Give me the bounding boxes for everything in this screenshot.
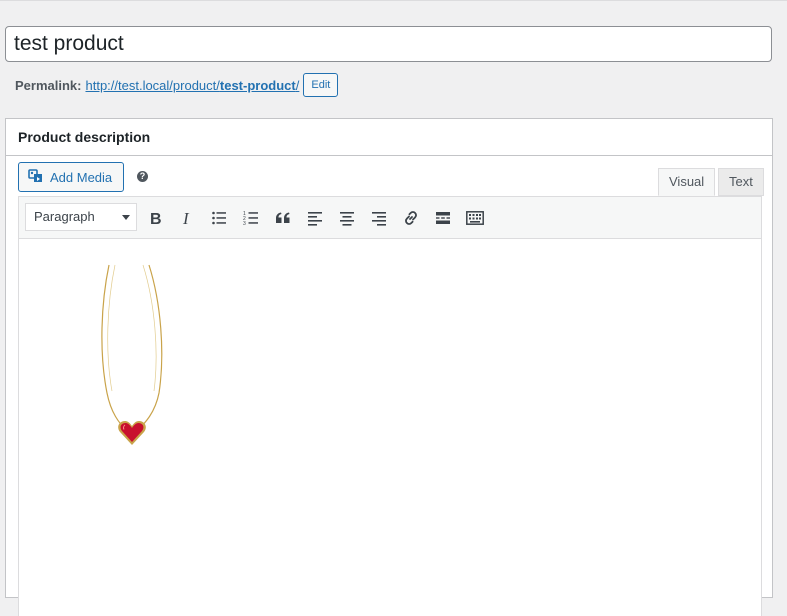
align-right-icon: [372, 212, 386, 226]
blockquote-icon: [276, 212, 290, 223]
italic-icon: I: [182, 210, 190, 226]
top-divider: [0, 0, 787, 1]
bullet-list-button[interactable]: [207, 206, 231, 230]
tab-visual[interactable]: Visual: [658, 168, 716, 196]
read-more-icon: [436, 212, 450, 224]
permalink-link[interactable]: http://test.local/product/test-product/: [85, 78, 299, 93]
product-description-heading: Product description: [6, 119, 772, 156]
heart-necklace-image[interactable]: [99, 263, 169, 445]
add-media-icon: [28, 168, 44, 187]
bold-icon: B: [150, 211, 162, 226]
add-media-label: Add Media: [50, 169, 113, 185]
align-center-button[interactable]: [335, 206, 359, 230]
help-icon[interactable]: ?: [137, 171, 148, 182]
permalink-url-base: http://test.local/product/: [85, 77, 220, 93]
edit-permalink-button[interactable]: Edit: [303, 73, 339, 97]
read-more-button[interactable]: [431, 206, 455, 230]
chevron-down-icon: [122, 215, 130, 220]
align-left-button[interactable]: [303, 206, 327, 230]
numbered-list-icon: 1 2 3: [243, 211, 258, 226]
italic-button[interactable]: I: [175, 206, 199, 230]
insert-link-button[interactable]: [399, 206, 423, 230]
svg-text:B: B: [150, 211, 162, 226]
toolbar-toggle-button[interactable]: [463, 206, 487, 230]
add-media-button[interactable]: Add Media: [18, 162, 124, 192]
toolbar-toggle-icon: [466, 211, 484, 225]
align-left-icon: [308, 212, 322, 226]
svg-text:3: 3: [243, 221, 246, 226]
permalink-label: Permalink:: [15, 77, 82, 93]
numbered-list-button[interactable]: 1 2 3: [239, 206, 263, 230]
editor-toolbar: Paragraph B I 1 2 3: [19, 197, 761, 239]
tab-text[interactable]: Text: [718, 168, 764, 196]
editor: Paragraph B I 1 2 3: [18, 196, 762, 616]
product-description-box: Product description Add Media ? Visual T…: [5, 118, 773, 616]
blockquote-button[interactable]: [271, 206, 295, 230]
permalink-row: Permalink: http://test.local/product/tes…: [15, 73, 339, 97]
insert-link-icon: [405, 211, 417, 225]
paragraph-format-select[interactable]: Paragraph: [25, 203, 137, 231]
permalink-url-trailing: /: [295, 77, 300, 93]
format-select-value: Paragraph: [34, 209, 95, 224]
bold-button[interactable]: B: [143, 206, 167, 230]
align-right-button[interactable]: [367, 206, 391, 230]
editor-content[interactable]: [19, 239, 761, 616]
svg-text:I: I: [182, 210, 190, 226]
post-title-input[interactable]: [5, 26, 772, 62]
bullet-list-icon: [212, 211, 226, 225]
permalink-slug: test-product: [219, 77, 296, 93]
align-center-icon: [340, 212, 354, 226]
